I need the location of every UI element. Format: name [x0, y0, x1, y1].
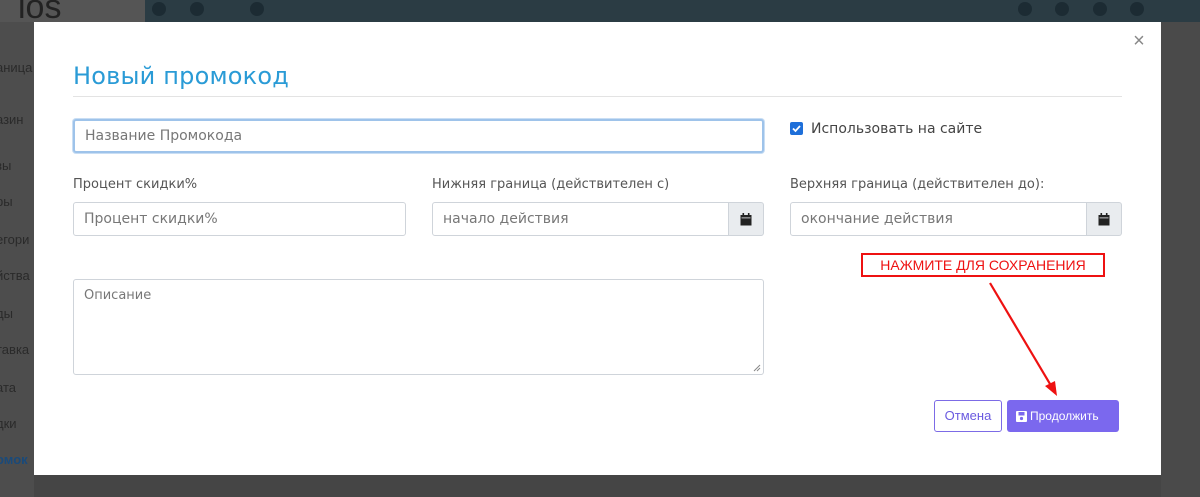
cancel-button[interactable]: Отмена	[934, 400, 1002, 432]
continue-button[interactable]: Продолжить	[1007, 400, 1119, 432]
save-icon	[1016, 411, 1027, 422]
continue-button-label: Продолжить	[1030, 409, 1099, 423]
